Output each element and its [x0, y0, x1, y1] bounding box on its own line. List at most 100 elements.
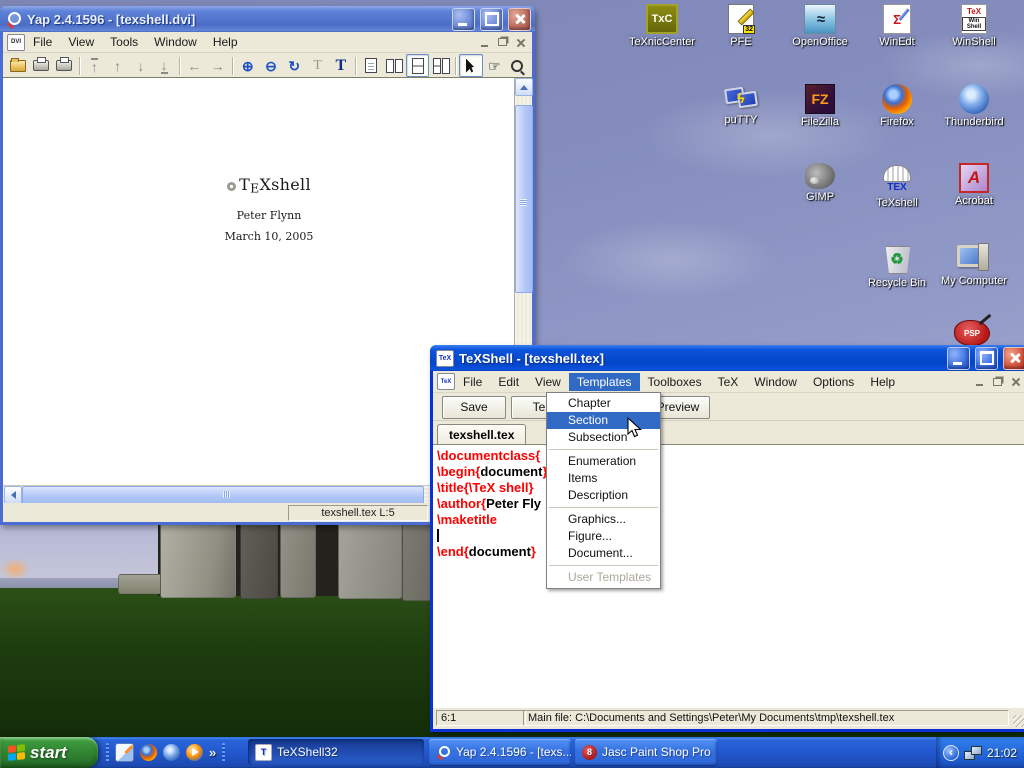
desktop-icon-openoffice[interactable]: ≈OpenOffice — [780, 4, 860, 48]
scroll-left-button[interactable] — [4, 486, 22, 504]
scroll-up-button[interactable] — [515, 78, 533, 96]
taskbar-button-texshell[interactable]: TTeXShell32 — [248, 739, 424, 765]
menu-window[interactable]: Window — [746, 373, 805, 391]
prev-page-icon[interactable]: ↑ — [106, 54, 129, 77]
menu-templates[interactable]: Templates — [569, 373, 640, 391]
texshell-titlebar[interactable]: TeX TeXShell - [texshell.tex] — [430, 345, 1024, 371]
edit-source-icon[interactable]: T — [306, 54, 329, 77]
view-single-icon[interactable] — [359, 54, 382, 77]
desktop-icon-texshell[interactable]: TEXTeXshell — [857, 163, 937, 209]
menu-window[interactable]: Window — [146, 33, 205, 51]
first-page-icon[interactable]: ↑ — [83, 54, 106, 77]
template-item-items[interactable]: Items — [547, 470, 660, 487]
texshell-doc-icon[interactable]: TeX — [437, 373, 455, 390]
desktop-icon-gimp[interactable]: GIMP — [780, 163, 860, 203]
menu-tools[interactable]: Tools — [102, 33, 146, 51]
menu-help[interactable]: Help — [862, 373, 903, 391]
menu-help[interactable]: Help — [205, 33, 246, 51]
mdi-restore-icon[interactable] — [495, 36, 510, 49]
save-button[interactable]: Save — [442, 396, 506, 419]
mdi-close-icon[interactable] — [1008, 375, 1023, 388]
mdi-close-icon[interactable] — [513, 36, 528, 49]
desktop-icon-pfe[interactable]: PFE — [701, 4, 781, 48]
menu-file[interactable]: File — [25, 33, 60, 51]
dvi-document-icon[interactable]: DVI — [7, 34, 25, 51]
show-desktop-icon[interactable] — [115, 743, 134, 762]
template-item-graphics[interactable]: Graphics... — [547, 511, 660, 528]
resize-grip[interactable] — [1013, 715, 1024, 727]
forward-icon[interactable]: → — [206, 54, 229, 77]
code-editor[interactable]: \documentclass{\begin{document}\title{\T… — [433, 444, 1024, 708]
last-page-icon[interactable]: ↓ — [152, 54, 175, 77]
firefox-icon[interactable] — [140, 744, 157, 761]
template-item-section[interactable]: Section — [547, 412, 660, 429]
pointer-tool-icon[interactable] — [459, 54, 482, 77]
quick-launch-overflow-icon[interactable]: » — [209, 745, 216, 760]
taskbar-clock[interactable]: 21:02 — [987, 746, 1017, 760]
mdi-minimize-icon[interactable] — [477, 36, 492, 49]
desktop-icon-thunderbird[interactable]: Thunderbird — [934, 84, 1014, 128]
toolbar-drag-handle[interactable] — [106, 743, 109, 763]
mdi-minimize-icon[interactable] — [972, 375, 987, 388]
desktop-icon-mycomputer[interactable]: My Computer — [934, 243, 1014, 287]
menu-options[interactable]: Options — [805, 373, 862, 391]
hand-tool-icon[interactable]: ☞ — [483, 54, 506, 77]
print-icon[interactable] — [29, 54, 52, 77]
menu-view[interactable]: View — [527, 373, 569, 391]
view-continuous-icon[interactable] — [406, 54, 429, 77]
taskbar-button-psp[interactable]: 8Jasc Paint Shop Pro — [575, 739, 717, 765]
maximize-button[interactable] — [480, 8, 503, 31]
minimize-button[interactable] — [452, 8, 475, 31]
print-setup-icon[interactable] — [53, 54, 76, 77]
template-item-enumeration[interactable]: Enumeration — [547, 453, 660, 470]
toolbar-separator — [232, 57, 233, 75]
desktop-icon-winshell[interactable]: TeXWinShell — [934, 4, 1014, 48]
next-page-icon[interactable]: ↓ — [129, 54, 152, 77]
maximize-button[interactable] — [975, 347, 998, 370]
template-item-document[interactable]: Document... — [547, 545, 660, 562]
menu-view[interactable]: View — [60, 33, 102, 51]
desktop-icon-recyclebin[interactable]: ♻Recycle Bin — [857, 243, 937, 289]
open-file-icon[interactable] — [6, 54, 29, 77]
media-player-icon[interactable] — [186, 744, 203, 761]
desktop-icon-psp[interactable]: PSP — [932, 320, 1012, 348]
magnifier-tool-icon[interactable] — [506, 54, 529, 77]
winedt-icon: Σ — [883, 4, 911, 34]
minimize-button[interactable] — [947, 347, 970, 370]
network-icon[interactable] — [964, 745, 982, 761]
template-item-figure[interactable]: Figure... — [547, 528, 660, 545]
template-item-chapter[interactable]: Chapter — [547, 395, 660, 412]
mdi-restore-icon[interactable] — [990, 375, 1005, 388]
taskbar-button-yap[interactable]: Yap 2.4.1596 - [texs... — [429, 739, 571, 765]
desktop-icon-winedt[interactable]: ΣWinEdt — [857, 4, 937, 48]
menu-tex[interactable]: TeX — [710, 373, 747, 391]
desktop-icon-firefox[interactable]: Firefox — [857, 84, 937, 128]
tab-texshell-tex[interactable]: texshell.tex — [437, 424, 526, 446]
back-icon[interactable]: ← — [183, 54, 206, 77]
view-facing-icon[interactable] — [383, 54, 406, 77]
menu-toolboxes[interactable]: Toolboxes — [640, 373, 710, 391]
desktop-icon-filezilla[interactable]: FZFileZilla — [780, 84, 860, 128]
text-mode-icon[interactable]: T — [329, 54, 352, 77]
desktop-icon-putty[interactable]: ϟpuTTY — [701, 84, 781, 126]
start-button[interactable]: start — [0, 737, 98, 768]
close-button[interactable] — [1003, 347, 1024, 370]
refresh-icon[interactable]: ↻ — [283, 54, 306, 77]
tray-collapse-chevron-icon[interactable]: ‹ — [943, 745, 959, 761]
template-item-description[interactable]: Description — [547, 487, 660, 504]
zoom-out-icon[interactable]: ⊖ — [259, 54, 282, 77]
vertical-scroll-thumb[interactable] — [515, 105, 533, 293]
menu-edit[interactable]: Edit — [490, 373, 527, 391]
template-item-subsection[interactable]: Subsection — [547, 429, 660, 446]
zoom-in-icon[interactable]: ⊕ — [236, 54, 259, 77]
desktop-icon-acrobat[interactable]: AAcrobat — [934, 163, 1014, 207]
view-continuous-facing-icon[interactable] — [429, 54, 452, 77]
yap-titlebar[interactable]: Yap 2.4.1596 - [texshell.dvi] — [0, 6, 535, 32]
template-item-user-templates[interactable]: User Templates — [547, 569, 660, 586]
horizontal-scroll-thumb[interactable] — [22, 486, 424, 504]
close-button[interactable] — [508, 8, 531, 31]
toolbar-drag-handle[interactable] — [222, 743, 225, 763]
thunderbird-icon[interactable] — [163, 744, 180, 761]
menu-file[interactable]: File — [455, 373, 490, 391]
desktop-icon-texniccenter[interactable]: TxCTeXnicCenter — [622, 4, 702, 48]
